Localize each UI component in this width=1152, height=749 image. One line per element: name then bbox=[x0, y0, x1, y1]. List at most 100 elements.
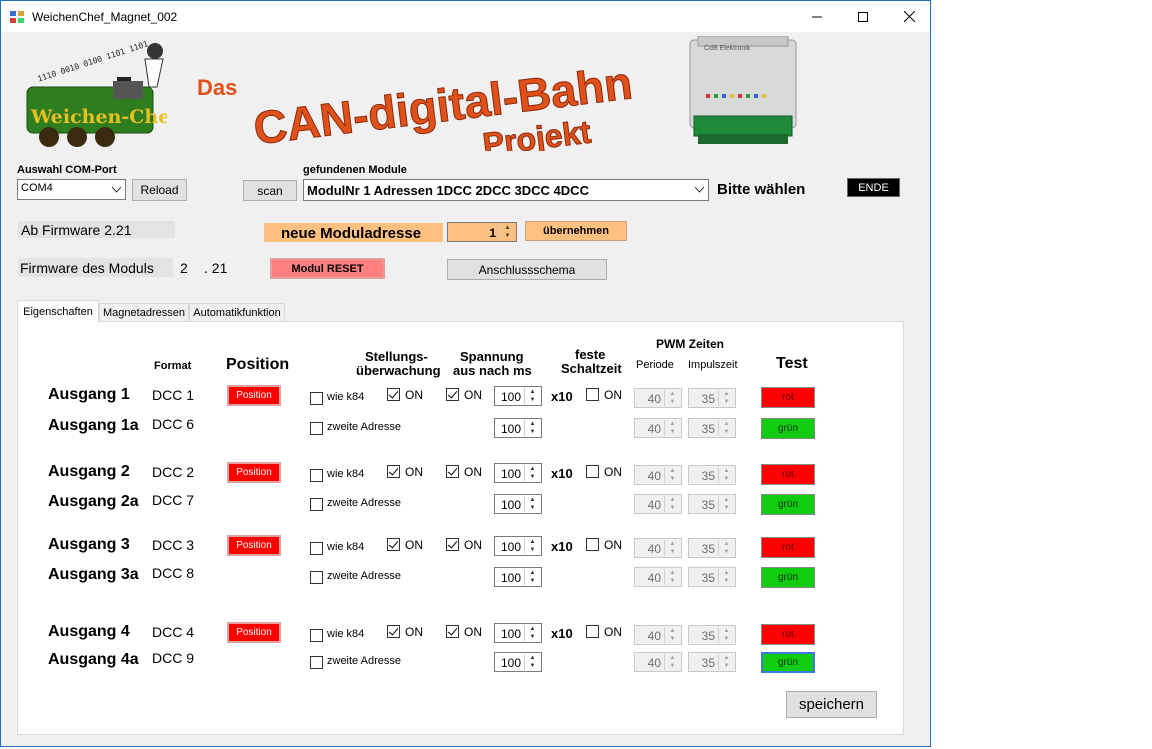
tab-eigenschaften[interactable]: Eigenschaften bbox=[17, 300, 99, 322]
ms-stepper[interactable]: 100 ▲ ▼ bbox=[494, 463, 542, 483]
locomotive-icon: 1110 0010 0100 1101 1101 Weichen-Chef bbox=[26, 39, 180, 147]
impuls-stepper: 35 ▲ ▼ bbox=[688, 625, 736, 645]
feste-on-checkbox[interactable] bbox=[586, 465, 599, 478]
position-button[interactable]: Position bbox=[227, 462, 281, 483]
module-reset-button[interactable]: Modul RESET bbox=[270, 258, 385, 279]
spin-arrows-icon: ▲ ▼ bbox=[664, 627, 680, 643]
zweite-adresse-label: zweite Adresse bbox=[327, 570, 401, 582]
address-stepper[interactable]: 1 ▲ ▼ bbox=[447, 222, 517, 242]
spin-arrows-icon[interactable]: ▲ ▼ bbox=[524, 625, 540, 641]
test-green-button[interactable]: grün bbox=[761, 418, 815, 439]
alt-impuls-stepper-value: 35 bbox=[701, 571, 715, 585]
ende-button[interactable]: ENDE bbox=[847, 178, 900, 197]
output-alt-name: Ausgang 3a bbox=[48, 566, 139, 583]
stellung-on-checkbox[interactable] bbox=[387, 465, 400, 478]
test-green-button[interactable]: grün bbox=[761, 652, 815, 673]
test-green-button[interactable]: grün bbox=[761, 494, 815, 515]
firmware-major: 2 bbox=[180, 260, 188, 276]
periode-stepper-value: 40 bbox=[647, 392, 661, 406]
wie-k84-checkbox[interactable] bbox=[310, 542, 323, 555]
spin-arrows-icon: ▲ ▼ bbox=[664, 467, 680, 483]
zweite-adresse-checkbox[interactable] bbox=[310, 422, 323, 435]
header-position: Position bbox=[226, 356, 290, 373]
chevron-down-icon bbox=[109, 180, 123, 199]
maximize-icon bbox=[858, 11, 868, 22]
spannung-on-checkbox[interactable] bbox=[446, 465, 459, 478]
alt-ms-stepper[interactable]: 100 ▲ ▼ bbox=[494, 418, 542, 438]
spannung-on-checkbox[interactable] bbox=[446, 388, 459, 401]
zweite-adresse-checkbox[interactable] bbox=[310, 498, 323, 511]
output-alt-dcc: DCC 8 bbox=[152, 565, 195, 581]
test-red-button[interactable]: rot bbox=[761, 537, 815, 558]
alt-impuls-stepper-value: 35 bbox=[701, 656, 715, 670]
position-button[interactable]: Position bbox=[227, 622, 281, 643]
wie-k84-checkbox[interactable] bbox=[310, 629, 323, 642]
schema-button[interactable]: Anschlussschema bbox=[447, 259, 607, 280]
zweite-adresse-checkbox[interactable] bbox=[310, 571, 323, 584]
reload-button[interactable]: Reload bbox=[132, 179, 187, 201]
spannung-on-label: ON bbox=[464, 388, 482, 402]
stellung-on-checkbox[interactable] bbox=[387, 538, 400, 551]
spin-arrows-icon[interactable]: ▲ ▼ bbox=[524, 388, 540, 404]
header-spannung-1: Spannung bbox=[460, 349, 524, 364]
test-green-button[interactable]: grün bbox=[761, 567, 815, 588]
periode-stepper: 40 ▲ ▼ bbox=[634, 538, 682, 558]
spin-arrows-icon[interactable]: ▲ ▼ bbox=[524, 569, 540, 585]
feste-on-checkbox[interactable] bbox=[586, 625, 599, 638]
module-select[interactable]: ModulNr 1 Adressen 1DCC 2DCC 3DCC 4DCC bbox=[303, 179, 709, 201]
apply-address-button[interactable]: übernehmen bbox=[525, 221, 627, 241]
zweite-adresse-checkbox[interactable] bbox=[310, 656, 323, 669]
wie-k84-checkbox[interactable] bbox=[310, 469, 323, 482]
spin-arrows-icon: ▲ ▼ bbox=[664, 540, 680, 556]
header-pwm: PWM Zeiten bbox=[656, 337, 724, 351]
app-window: WeichenChef_Magnet_002 1110 0010 0100 11… bbox=[0, 0, 931, 747]
output-dcc: DCC 3 bbox=[152, 537, 195, 553]
impuls-stepper: 35 ▲ ▼ bbox=[688, 388, 736, 408]
spin-arrows-icon: ▲ ▼ bbox=[718, 569, 734, 585]
spin-arrows-icon[interactable]: ▲ ▼ bbox=[524, 654, 540, 670]
spin-arrows-icon[interactable]: ▲ ▼ bbox=[524, 465, 540, 481]
firmware-min-box: Ab Firmware 2.21 bbox=[18, 221, 175, 238]
periode-stepper: 40 ▲ ▼ bbox=[634, 388, 682, 408]
save-button[interactable]: speichern bbox=[786, 691, 877, 718]
spannung-on-checkbox[interactable] bbox=[446, 538, 459, 551]
spannung-on-checkbox[interactable] bbox=[446, 625, 459, 638]
ms-stepper[interactable]: 100 ▲ ▼ bbox=[494, 386, 542, 406]
tab-automatikfunktion[interactable]: Automatikfunktion bbox=[189, 303, 285, 321]
feste-on-checkbox[interactable] bbox=[586, 388, 599, 401]
svg-text:Weichen-Chef: Weichen-Chef bbox=[30, 106, 167, 128]
position-button[interactable]: Position bbox=[227, 535, 281, 556]
spin-arrows-icon[interactable]: ▲ ▼ bbox=[524, 420, 540, 436]
ms-stepper[interactable]: 100 ▲ ▼ bbox=[494, 623, 542, 643]
spin-arrows-icon: ▲ ▼ bbox=[664, 496, 680, 512]
output-alt-name: Ausgang 2a bbox=[48, 493, 139, 510]
choose-hint: Bitte wählen bbox=[717, 181, 806, 198]
minimize-button[interactable] bbox=[794, 1, 840, 32]
alt-ms-stepper[interactable]: 100 ▲ ▼ bbox=[494, 652, 542, 672]
test-red-button[interactable]: rot bbox=[761, 464, 815, 485]
close-button[interactable] bbox=[886, 1, 932, 32]
periode-stepper-value: 40 bbox=[647, 469, 661, 483]
scan-button[interactable]: scan bbox=[243, 180, 297, 201]
position-button[interactable]: Position bbox=[227, 385, 281, 406]
spin-arrows-icon[interactable]: ▲ ▼ bbox=[499, 224, 515, 240]
tab-magnetadressen[interactable]: Magnetadressen bbox=[99, 303, 189, 321]
impuls-stepper: 35 ▲ ▼ bbox=[688, 465, 736, 485]
alt-ms-stepper[interactable]: 100 ▲ ▼ bbox=[494, 494, 542, 514]
ms-stepper[interactable]: 100 ▲ ▼ bbox=[494, 536, 542, 556]
spin-arrows-icon[interactable]: ▲ ▼ bbox=[524, 538, 540, 554]
feste-on-checkbox[interactable] bbox=[586, 538, 599, 551]
app-icon bbox=[10, 11, 24, 23]
header-test: Test bbox=[776, 355, 808, 372]
com-port-select[interactable]: COM4 bbox=[17, 179, 126, 200]
stellung-on-checkbox[interactable] bbox=[387, 625, 400, 638]
spin-arrows-icon[interactable]: ▲ ▼ bbox=[524, 496, 540, 512]
test-red-button[interactable]: rot bbox=[761, 624, 815, 645]
test-red-button[interactable]: rot bbox=[761, 387, 815, 408]
alt-ms-stepper[interactable]: 100 ▲ ▼ bbox=[494, 567, 542, 587]
header-periode: Periode bbox=[636, 359, 674, 371]
stellung-on-checkbox[interactable] bbox=[387, 388, 400, 401]
wie-k84-checkbox[interactable] bbox=[310, 392, 323, 405]
maximize-button[interactable] bbox=[840, 1, 886, 32]
output-name: Ausgang 2 bbox=[48, 463, 130, 480]
